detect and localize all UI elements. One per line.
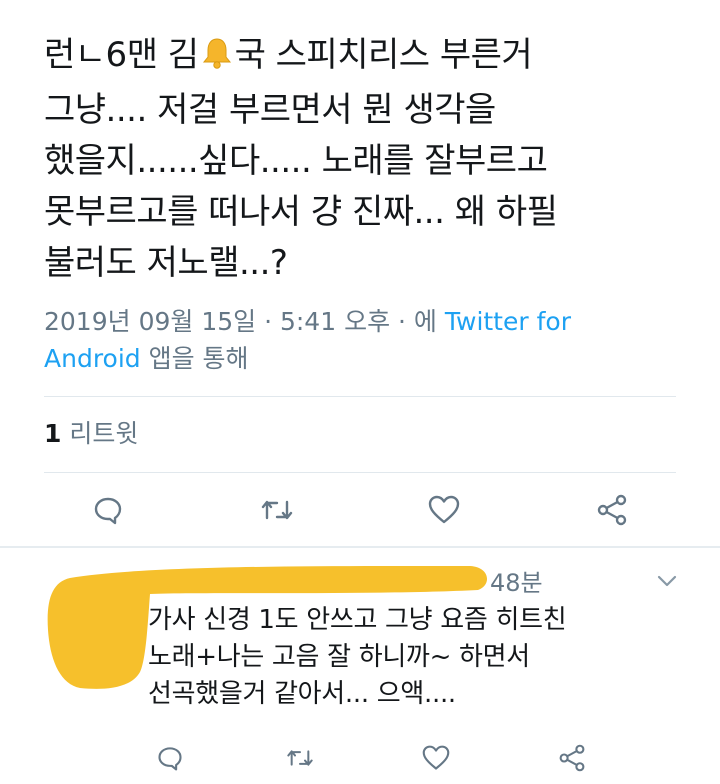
reply-icon[interactable]	[150, 738, 190, 778]
chevron-down-icon[interactable]	[656, 573, 678, 592]
reply-time: 48분	[490, 569, 543, 597]
like-icon[interactable]	[416, 738, 456, 778]
share-icon[interactable]	[552, 738, 592, 778]
retweet-icon[interactable]	[280, 738, 320, 778]
reply-action-bar	[0, 738, 720, 778]
reply-text: 가사 신경 1도 안쓰고 그냥 요즘 히트친 노래+나는 고음 잘 하니까~ 하…	[148, 605, 567, 709]
